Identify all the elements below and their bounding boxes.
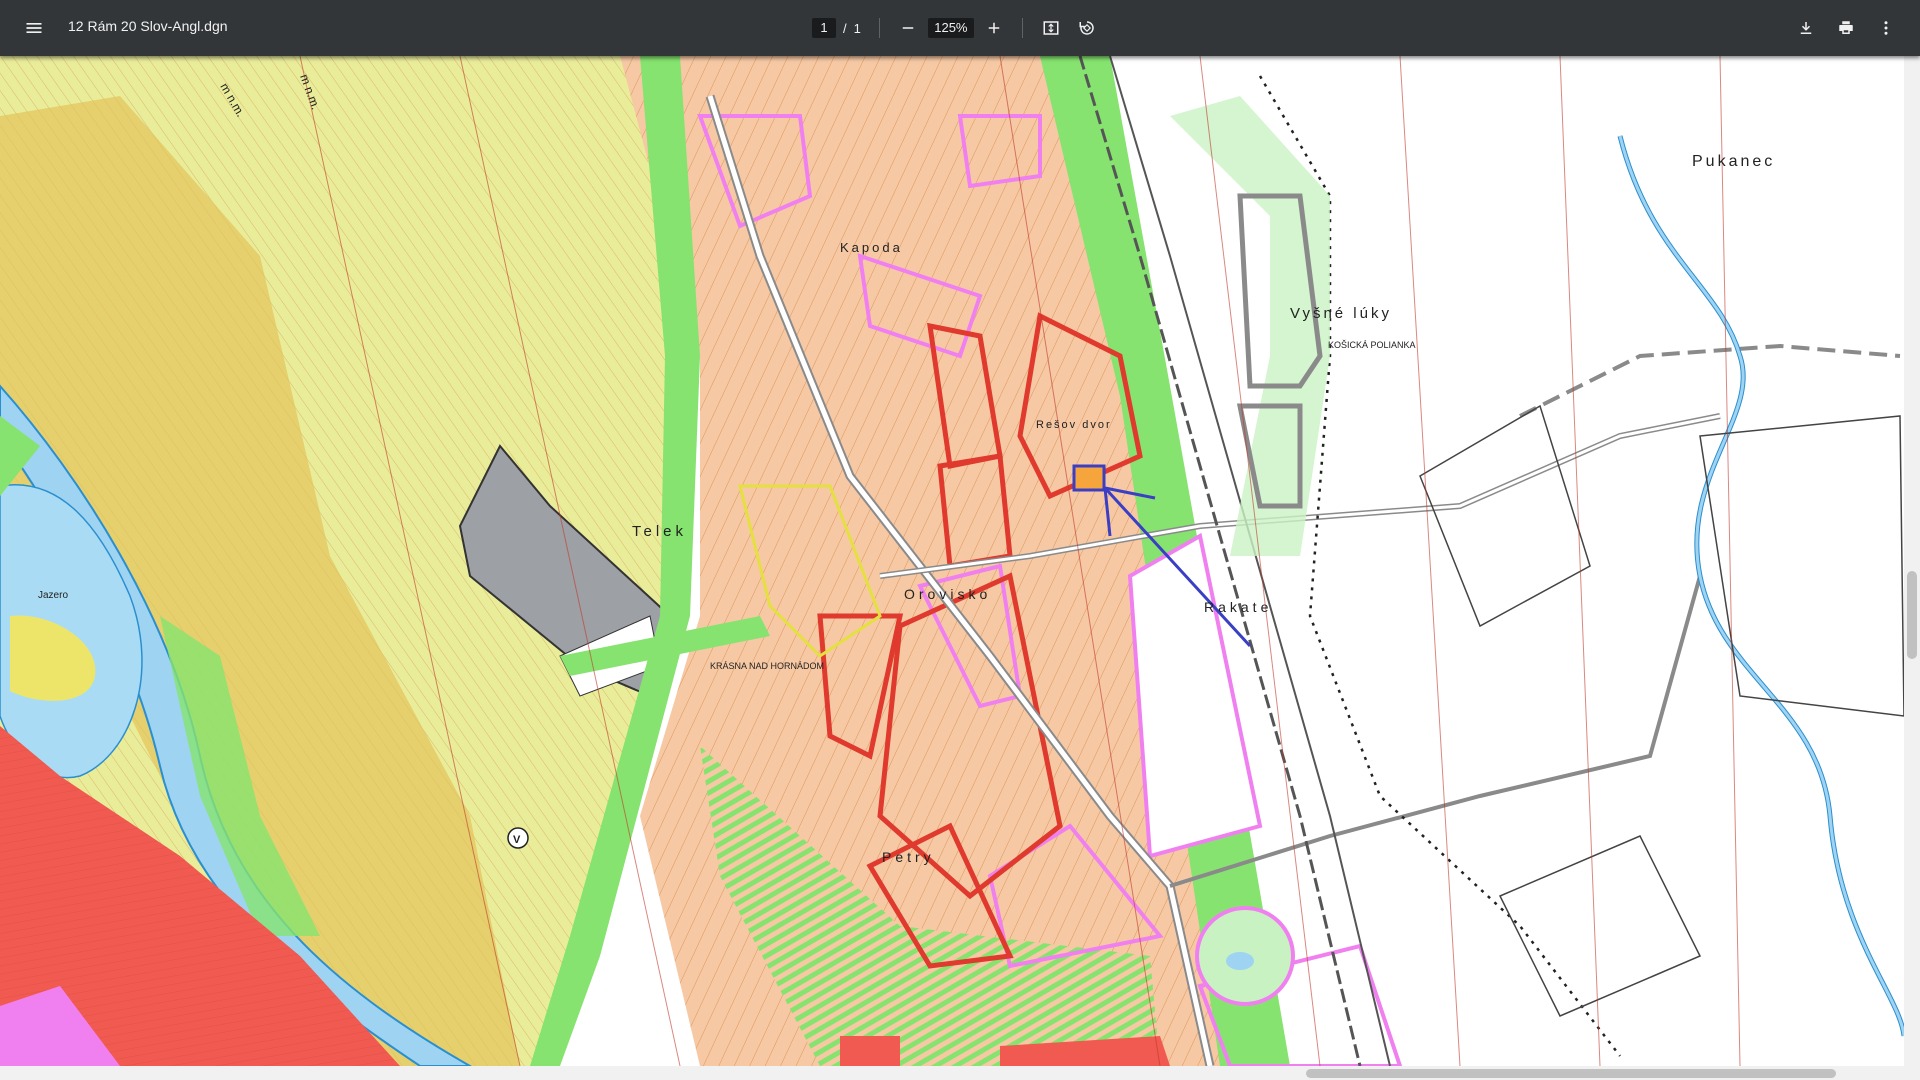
horizontal-scrollbar[interactable] [0, 1066, 1920, 1080]
page-total: 1 [853, 20, 861, 36]
label-kapoda: Kapoda [840, 240, 903, 255]
label-orovisko: Orovisko [904, 586, 991, 602]
label-kosicka-polianka: KOŠICKÁ POLIANKA [1328, 340, 1416, 350]
label-petry: Petry [882, 849, 935, 865]
red-block [840, 1036, 900, 1066]
label-krasna: KRÁSNA NAD HORNÁDOM [710, 661, 824, 671]
label-telek: Telek [632, 523, 687, 540]
toolbar-divider [878, 18, 880, 38]
print-icon [1839, 21, 1853, 34]
zoning-map: Pukanec Vyšné lúky KOŠICKÁ POLIANKA Rešo… [0, 56, 1904, 1066]
label-resov-dvor: Rešov dvor [1036, 419, 1112, 431]
pdf-toolbar: 12 Rám 20 Slov-Angl.dgn 1 / 1 125% [0, 0, 1920, 56]
more-actions-button[interactable] [1868, 10, 1904, 46]
pdf-page-viewport[interactable]: Pukanec Vyšné lúky KOŠICKÁ POLIANKA Rešo… [0, 56, 1904, 1066]
label-vysne-luky: Vyšné lúky [1290, 305, 1392, 322]
zoom-out-button[interactable] [890, 10, 926, 46]
label-pukanec: Pukanec [1692, 153, 1775, 170]
rotate-icon [1079, 21, 1094, 35]
document-title: 12 Rám 20 Slov-Angl.dgn [68, 18, 228, 34]
label-rakate: Rakate [1204, 599, 1272, 615]
zoom-in-button[interactable] [976, 10, 1012, 46]
page-number-input[interactable]: 1 [812, 18, 836, 38]
menu-icon [26, 23, 42, 33]
fit-page-button[interactable] [1033, 10, 1069, 46]
page-separator: / [843, 20, 847, 36]
vertical-scroll-thumb[interactable] [1907, 571, 1917, 659]
plus-icon [988, 22, 1000, 34]
label-road-v: V [513, 834, 521, 846]
vertical-scrollbar[interactable] [1904, 56, 1920, 1066]
print-button[interactable] [1828, 10, 1864, 46]
more-vert-icon [1884, 21, 1888, 35]
horizontal-scroll-thumb[interactable] [1306, 1069, 1836, 1078]
menu-button[interactable] [16, 10, 52, 46]
zoom-input[interactable]: 125% [927, 18, 974, 38]
label-jazero: Jazero [38, 590, 68, 601]
pond [1226, 952, 1254, 970]
page-zoom-controls: 1 / 1 125% [812, 10, 1105, 46]
fit-page-icon [1043, 21, 1059, 35]
rotate-button[interactable] [1069, 10, 1105, 46]
right-actions [1788, 10, 1904, 46]
download-button[interactable] [1788, 10, 1824, 46]
toolbar-divider [1021, 18, 1023, 38]
minus-icon [902, 27, 914, 29]
download-icon [1800, 22, 1812, 34]
highlight-box [1072, 464, 1106, 492]
